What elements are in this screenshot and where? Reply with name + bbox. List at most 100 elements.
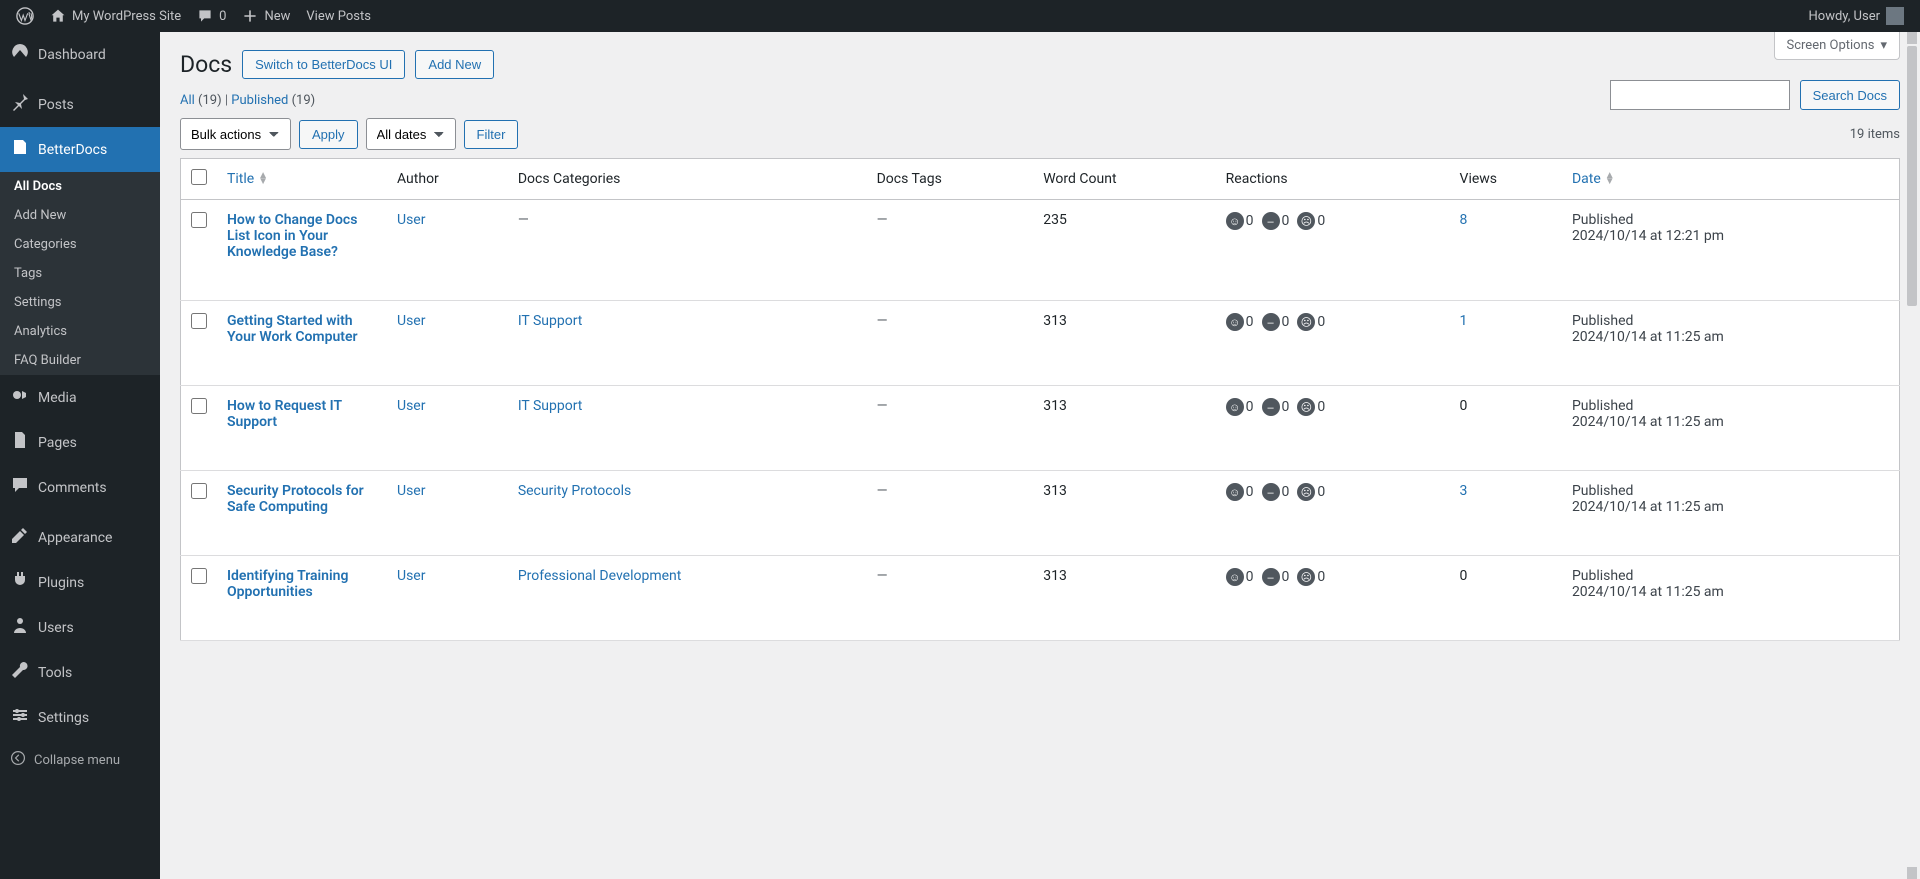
menu-media[interactable]: Media	[0, 375, 160, 420]
filter-button[interactable]: Filter	[464, 120, 519, 149]
col-tags: Docs Tags	[867, 159, 1034, 200]
row-checkbox[interactable]	[191, 313, 207, 329]
reaction-sad: ☹0	[1297, 212, 1325, 230]
users-icon	[10, 615, 30, 640]
submenu-add-new[interactable]: Add New	[0, 201, 160, 230]
neutral-icon: ‒	[1262, 398, 1280, 416]
author-link[interactable]: User	[397, 212, 425, 228]
category-link[interactable]: Professional Development	[518, 568, 682, 584]
row-checkbox[interactable]	[191, 568, 207, 584]
menu-comments[interactable]: Comments	[0, 465, 160, 510]
my-account-link[interactable]: Howdy, User	[1801, 0, 1912, 32]
comments-link[interactable]: 0	[189, 0, 234, 32]
view-posts-link[interactable]: View Posts	[298, 0, 379, 32]
views-value: 0	[1460, 398, 1468, 414]
row-date: 2024/10/14 at 12:21 pm	[1572, 228, 1889, 244]
submenu-all-docs[interactable]: All Docs	[0, 172, 160, 201]
menu-plugins[interactable]: Plugins	[0, 560, 160, 605]
sad-icon: ☹	[1297, 212, 1315, 230]
sad-icon: ☹	[1297, 483, 1315, 501]
howdy-label: Howdy, User	[1809, 9, 1880, 24]
submenu-faq-builder[interactable]: FAQ Builder	[0, 346, 160, 375]
row-checkbox[interactable]	[191, 483, 207, 499]
neutral-icon: ‒	[1262, 568, 1280, 586]
reactions-group: ☺0 ‒0 ☹0	[1226, 212, 1440, 230]
views-value: 0	[1460, 568, 1468, 584]
new-content-link[interactable]: New	[234, 0, 298, 32]
search-button[interactable]: Search Docs	[1800, 80, 1900, 110]
neutral-icon: ‒	[1262, 313, 1280, 331]
views-link[interactable]: 3	[1460, 483, 1468, 499]
row-title-link[interactable]: Security Protocols for Safe Computing	[227, 483, 364, 515]
author-link[interactable]: User	[397, 398, 425, 414]
menu-betterdocs[interactable]: BetterDocs	[0, 127, 160, 172]
bulk-actions-select[interactable]: Bulk actions	[180, 118, 291, 150]
screen-options-toggle[interactable]: Screen Options ▾	[1774, 32, 1901, 60]
add-new-button[interactable]: Add New	[415, 50, 494, 79]
scrollbar[interactable]	[1904, 32, 1920, 879]
pin-icon	[10, 92, 30, 117]
reactions-group: ☺0 ‒0 ☹0	[1226, 398, 1440, 416]
row-status: Published	[1572, 313, 1889, 329]
views-link[interactable]: 8	[1460, 212, 1468, 228]
switch-ui-button[interactable]: Switch to BetterDocs UI	[242, 50, 405, 79]
row-title-link[interactable]: Getting Started with Your Work Computer	[227, 313, 358, 345]
row-date: 2024/10/14 at 11:25 am	[1572, 414, 1889, 430]
submenu-tags[interactable]: Tags	[0, 259, 160, 288]
betterdocs-icon	[10, 137, 30, 162]
wordcount-value: 313	[1033, 301, 1215, 386]
tools-icon	[10, 660, 30, 685]
sort-icon: ▲▼	[1605, 173, 1615, 185]
menu-settings[interactable]: Settings	[0, 695, 160, 740]
row-title-link[interactable]: How to Change Docs List Icon in Your Kno…	[227, 212, 357, 260]
menu-appearance[interactable]: Appearance	[0, 515, 160, 560]
apply-button[interactable]: Apply	[299, 120, 358, 149]
table-row: How to Request IT Support User IT Suppor…	[181, 386, 1900, 471]
happy-icon: ☺	[1226, 212, 1244, 230]
col-categories: Docs Categories	[508, 159, 867, 200]
dates-select[interactable]: All dates	[366, 118, 456, 150]
reactions-group: ☺0 ‒0 ☹0	[1226, 483, 1440, 501]
avatar-icon	[1886, 7, 1904, 25]
category-link[interactable]: Security Protocols	[518, 483, 631, 499]
pages-icon	[10, 430, 30, 455]
author-link[interactable]: User	[397, 483, 425, 499]
category-value: —	[518, 212, 529, 228]
menu-pages[interactable]: Pages	[0, 420, 160, 465]
menu-users[interactable]: Users	[0, 605, 160, 650]
row-date: 2024/10/14 at 11:25 am	[1572, 499, 1889, 515]
collapse-menu[interactable]: Collapse menu	[0, 740, 160, 780]
author-link[interactable]: User	[397, 568, 425, 584]
menu-posts[interactable]: Posts	[0, 82, 160, 127]
admin-sidebar: Dashboard Posts BetterDocs All Docs Add …	[0, 32, 160, 879]
row-title-link[interactable]: How to Request IT Support	[227, 398, 342, 430]
col-reactions: Reactions	[1216, 159, 1450, 200]
submenu-categories[interactable]: Categories	[0, 230, 160, 259]
submenu-settings[interactable]: Settings	[0, 288, 160, 317]
filter-all[interactable]: All	[180, 93, 195, 108]
wp-logo[interactable]	[8, 0, 42, 32]
views-link[interactable]: 1	[1460, 313, 1468, 329]
media-icon	[10, 385, 30, 410]
row-checkbox[interactable]	[191, 398, 207, 414]
table-row: Security Protocols for Safe Computing Us…	[181, 471, 1900, 556]
category-link[interactable]: IT Support	[518, 313, 583, 329]
menu-dashboard[interactable]: Dashboard	[0, 32, 160, 77]
happy-icon: ☺	[1226, 398, 1244, 416]
sad-icon: ☹	[1297, 398, 1315, 416]
col-title-sort[interactable]: Title ▲▼	[227, 171, 268, 187]
select-all-checkbox[interactable]	[191, 169, 207, 185]
reaction-happy: ☺0	[1226, 398, 1254, 416]
submenu-analytics[interactable]: Analytics	[0, 317, 160, 346]
site-name-link[interactable]: My WordPress Site	[42, 0, 189, 32]
search-input[interactable]	[1610, 80, 1790, 110]
row-checkbox[interactable]	[191, 212, 207, 228]
row-title-link[interactable]: Identifying Training Opportunities	[227, 568, 348, 600]
category-link[interactable]: IT Support	[518, 398, 583, 414]
happy-icon: ☺	[1226, 568, 1244, 586]
row-status: Published	[1572, 212, 1889, 228]
filter-published[interactable]: Published	[231, 93, 288, 108]
menu-tools[interactable]: Tools	[0, 650, 160, 695]
author-link[interactable]: User	[397, 313, 425, 329]
col-date-sort[interactable]: Date ▲▼	[1572, 171, 1615, 187]
